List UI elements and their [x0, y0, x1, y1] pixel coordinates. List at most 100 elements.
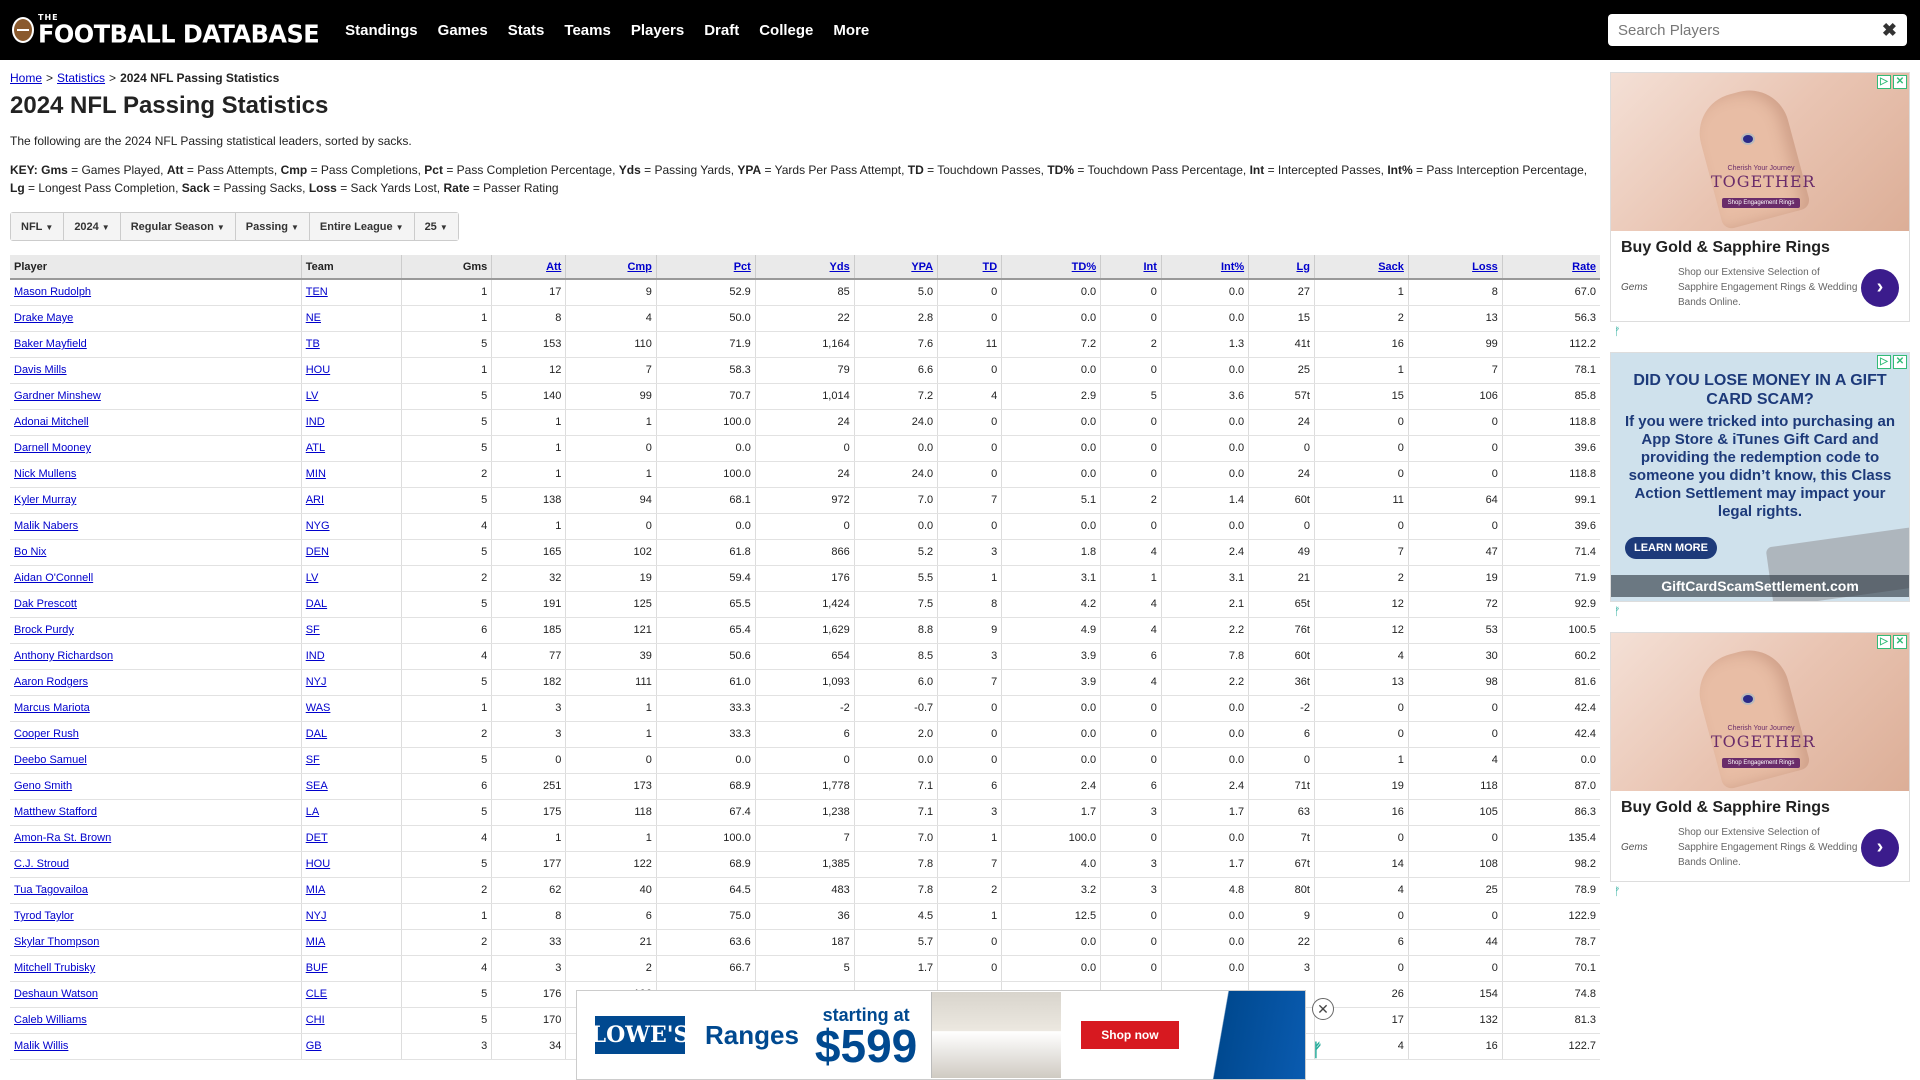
ad-choices[interactable]: ▷ ✕ — [1877, 75, 1907, 89]
team-link[interactable]: LV — [306, 390, 319, 402]
player-link[interactable]: Skylar Thompson — [14, 936, 99, 948]
player-link[interactable]: Malik Nabers — [14, 520, 78, 532]
team-link[interactable]: BUF — [306, 962, 328, 974]
player-link[interactable]: Tyrod Taylor — [14, 910, 74, 922]
sort-link-pct[interactable]: Pct — [734, 261, 751, 273]
team-link[interactable]: WAS — [306, 702, 331, 714]
scope-filter[interactable]: Entire League ▼ — [309, 213, 415, 240]
team-link[interactable]: SF — [306, 624, 320, 636]
ad-choices-icon[interactable]: ▷ — [1877, 355, 1891, 369]
ad-choices-icon[interactable]: ▷ — [1877, 635, 1891, 649]
sort-link-int[interactable]: Int — [1143, 261, 1156, 273]
player-link[interactable]: Brock Purdy — [14, 624, 74, 636]
nav-draft[interactable]: Draft — [704, 22, 739, 39]
team-link[interactable]: SEA — [306, 780, 328, 792]
nav-teams[interactable]: Teams — [564, 22, 610, 39]
team-link[interactable]: DAL — [306, 598, 327, 610]
ring-ad-title[interactable]: Buy Gold & Sapphire Rings — [1611, 231, 1909, 257]
learn-more-button[interactable]: LEARN MORE — [1625, 537, 1717, 559]
ad-close-icon[interactable]: ✕ — [1893, 355, 1907, 369]
season-type-filter[interactable]: Regular Season ▼ — [120, 213, 236, 240]
player-link[interactable]: Baker Mayfield — [14, 338, 87, 350]
ring-ad-go-button[interactable]: › — [1861, 828, 1899, 867]
team-link[interactable]: TB — [306, 338, 320, 350]
player-link[interactable]: Davis Mills — [14, 364, 67, 376]
team-link[interactable]: NYJ — [306, 910, 327, 922]
player-link[interactable]: Darnell Mooney — [14, 442, 91, 454]
breadcrumb-statistics[interactable]: Statistics — [57, 71, 105, 85]
sort-link-cmp[interactable]: Cmp — [627, 261, 651, 273]
team-link[interactable]: DAL — [306, 728, 327, 740]
team-link[interactable]: LA — [306, 806, 319, 818]
sort-link-td-pct[interactable]: TD% — [1072, 261, 1096, 273]
team-link[interactable]: DEN — [306, 546, 329, 558]
team-link[interactable]: LV — [306, 572, 319, 584]
player-link[interactable]: Gardner Minshew — [14, 390, 101, 402]
team-link[interactable]: HOU — [306, 364, 330, 376]
team-link[interactable]: NYG — [306, 520, 330, 532]
ring-ad-title[interactable]: Buy Gold & Sapphire Rings — [1611, 791, 1909, 817]
sort-link-rate[interactable]: Rate — [1572, 261, 1596, 273]
player-link[interactable]: Amon-Ra St. Brown — [14, 832, 111, 844]
player-link[interactable]: Mitchell Trubisky — [14, 962, 95, 974]
team-link[interactable]: ATL — [306, 442, 325, 454]
team-link[interactable]: GB — [306, 1040, 322, 1052]
team-link[interactable]: MIN — [306, 468, 326, 480]
sort-link-ypa[interactable]: YPA — [911, 261, 933, 273]
nav-stats[interactable]: Stats — [508, 22, 545, 39]
player-link[interactable]: Tua Tagovailoa — [14, 884, 88, 896]
sort-link-int-pct[interactable]: Int% — [1221, 261, 1244, 273]
ring-ad-bottom[interactable]: Cherish Your Journey TOGETHER Shop Engag… — [1610, 632, 1910, 882]
ad-choices-icon[interactable]: ▷ — [1877, 75, 1891, 89]
player-link[interactable]: Deebo Samuel — [14, 754, 87, 766]
league-filter[interactable]: NFL ▼ — [11, 213, 65, 240]
sort-link-lg[interactable]: Lg — [1297, 261, 1310, 273]
site-logo[interactable]: THE FOOTBALL DATABASE — [12, 0, 320, 60]
player-link[interactable]: Nick Mullens — [14, 468, 76, 480]
team-link[interactable]: CHI — [306, 1014, 325, 1026]
nav-standings[interactable]: Standings — [345, 22, 418, 39]
sort-link-td[interactable]: TD — [983, 261, 998, 273]
breadcrumb-home[interactable]: Home — [10, 71, 42, 85]
ad-close-icon[interactable]: ✕ — [1893, 75, 1907, 89]
team-link[interactable]: DET — [306, 832, 328, 844]
player-link[interactable]: Deshaun Watson — [14, 988, 98, 1000]
player-link[interactable]: Mason Rudolph — [14, 286, 91, 298]
ring-ad-top[interactable]: Cherish Your Journey TOGETHER Shop Engag… — [1610, 72, 1910, 322]
team-link[interactable]: NYJ — [306, 676, 327, 688]
gift-card-ad[interactable]: DID YOU LOSE MONEY IN A GIFT CARD SCAM? … — [1610, 352, 1910, 602]
close-icon[interactable]: ✕ — [1312, 998, 1334, 1020]
team-link[interactable]: IND — [306, 416, 325, 428]
season-filter[interactable]: 2024 ▼ — [64, 213, 121, 240]
team-link[interactable]: TEN — [306, 286, 328, 298]
player-link[interactable]: Marcus Mariota — [14, 702, 90, 714]
team-link[interactable]: SF — [306, 754, 320, 766]
ad-choices[interactable]: ▷ ✕ — [1877, 355, 1907, 369]
player-link[interactable]: Adonai Mitchell — [14, 416, 89, 428]
player-link[interactable]: Dak Prescott — [14, 598, 77, 610]
shop-now-button[interactable]: Shop now — [1081, 1021, 1179, 1049]
bottom-sticky-ad[interactable]: LOWE'S Ranges starting at $599 Shop now — [576, 990, 1306, 1080]
ring-ad-go-button[interactable]: › — [1861, 268, 1899, 307]
nav-games[interactable]: Games — [438, 22, 488, 39]
player-link[interactable]: Aaron Rodgers — [14, 676, 88, 688]
player-link[interactable]: Kyler Murray — [14, 494, 76, 506]
player-link[interactable]: Cooper Rush — [14, 728, 79, 740]
sort-link-att[interactable]: Att — [546, 261, 561, 273]
sort-link-loss[interactable]: Loss — [1472, 261, 1498, 273]
player-link[interactable]: Matthew Stafford — [14, 806, 97, 818]
team-link[interactable]: NE — [306, 312, 321, 324]
team-link[interactable]: MIA — [306, 884, 326, 896]
team-link[interactable]: MIA — [306, 936, 326, 948]
sort-link-yds[interactable]: Yds — [830, 261, 850, 273]
player-link[interactable]: C.J. Stroud — [14, 858, 69, 870]
ad-close-icon[interactable]: ✕ — [1893, 635, 1907, 649]
ad-choices[interactable]: ▷ ✕ — [1877, 635, 1907, 649]
player-link[interactable]: Caleb Williams — [14, 1014, 87, 1026]
player-link[interactable]: Malik Willis — [14, 1040, 68, 1052]
player-link[interactable]: Aidan O'Connell — [14, 572, 93, 584]
stat-category-filter[interactable]: Passing ▼ — [235, 213, 310, 240]
page-size-filter[interactable]: 25 ▼ — [414, 213, 458, 240]
sort-link-sack[interactable]: Sack — [1378, 261, 1404, 273]
player-link[interactable]: Drake Maye — [14, 312, 73, 324]
